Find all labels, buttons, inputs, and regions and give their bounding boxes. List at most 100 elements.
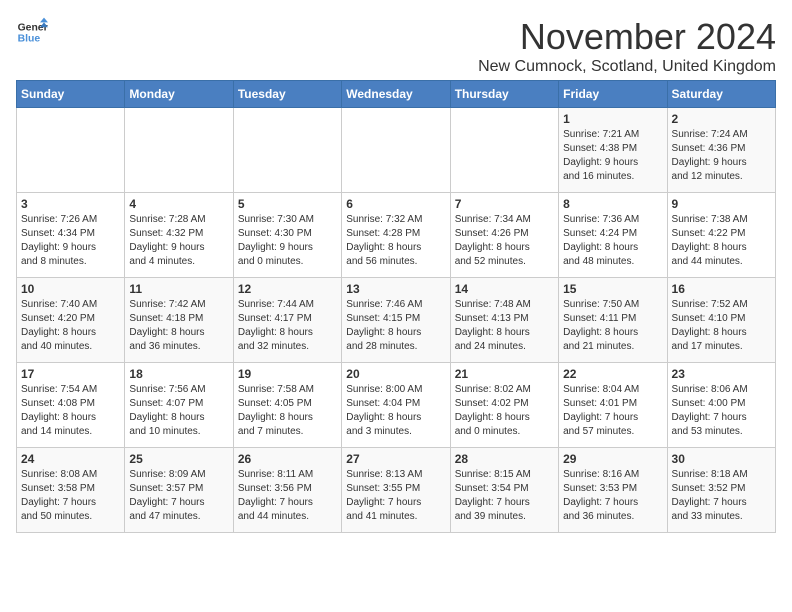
header-row: SundayMondayTuesdayWednesdayThursdayFrid… <box>17 81 776 108</box>
calendar-cell: 5Sunrise: 7:30 AM Sunset: 4:30 PM Daylig… <box>233 193 341 278</box>
calendar-cell: 27Sunrise: 8:13 AM Sunset: 3:55 PM Dayli… <box>342 448 450 533</box>
header-day-saturday: Saturday <box>667 81 775 108</box>
calendar-cell: 19Sunrise: 7:58 AM Sunset: 4:05 PM Dayli… <box>233 363 341 448</box>
svg-text:Blue: Blue <box>18 34 41 45</box>
day-number: 12 <box>238 282 337 296</box>
day-info: Sunrise: 7:28 AM Sunset: 4:32 PM Dayligh… <box>129 213 228 269</box>
day-number: 24 <box>21 452 120 466</box>
calendar-cell: 20 Sunrise: 8:00 AM Sunset: 4:04 PM Dayli… <box>342 363 450 448</box>
calendar-week-2: 3Sunrise: 7:26 AM Sunset: 4:34 PM Daylig… <box>17 193 776 278</box>
day-info: Sunrise: 8:15 AM Sunset: 3:54 PM Dayligh… <box>455 468 554 524</box>
calendar-cell: 29 Sunrise: 8:16 AM Sunset: 3:53 PM Dayli… <box>559 448 667 533</box>
calendar-body: 1 Sunrise: 7:21 AM Sunset: 4:38 PM Daylig… <box>17 108 776 533</box>
day-info: Sunrise: 8:06 AM Sunset: 4:00 PM Dayligh… <box>672 383 771 439</box>
day-number: 27 <box>346 452 445 466</box>
day-number: 14 <box>455 282 554 296</box>
calendar-cell <box>233 108 341 193</box>
day-number: 21 <box>455 367 554 381</box>
calendar-cell: 12 Sunrise: 7:44 AM Sunset: 4:17 PM Dayli… <box>233 278 341 363</box>
day-info: Sunrise: 8:04 AM Sunset: 4:01 PM Dayligh… <box>563 383 662 439</box>
day-info: Sunrise: 7:24 AM Sunset: 4:36 PM Dayligh… <box>672 128 771 184</box>
calendar-cell: 4 Sunrise: 7:28 AM Sunset: 4:32 PM Daylig… <box>125 193 233 278</box>
calendar-cell: 17Sunrise: 7:54 AM Sunset: 4:08 PM Dayli… <box>17 363 125 448</box>
day-info: Sunrise: 8:08 AM Sunset: 3:58 PM Dayligh… <box>21 468 120 524</box>
day-number: 15 <box>563 282 662 296</box>
day-info: Sunrise: 8:16 AM Sunset: 3:53 PM Dayligh… <box>563 468 662 524</box>
calendar-week-1: 1 Sunrise: 7:21 AM Sunset: 4:38 PM Daylig… <box>17 108 776 193</box>
day-number: 22 <box>563 367 662 381</box>
calendar-cell: 8 Sunrise: 7:36 AM Sunset: 4:24 PM Daylig… <box>559 193 667 278</box>
calendar-cell: 26 Sunrise: 8:11 AM Sunset: 3:56 PM Dayli… <box>233 448 341 533</box>
day-info: Sunrise: 8:09 AM Sunset: 3:57 PM Dayligh… <box>129 468 228 524</box>
day-number: 30 <box>672 452 771 466</box>
day-number: 18 <box>129 367 228 381</box>
header-day-friday: Friday <box>559 81 667 108</box>
calendar-week-4: 17Sunrise: 7:54 AM Sunset: 4:08 PM Dayli… <box>17 363 776 448</box>
day-info: Sunrise: 7:52 AM Sunset: 4:10 PM Dayligh… <box>672 298 771 354</box>
day-number: 7 <box>455 197 554 211</box>
calendar-cell: 18 Sunrise: 7:56 AM Sunset: 4:07 PM Dayli… <box>125 363 233 448</box>
header-day-sunday: Sunday <box>17 81 125 108</box>
calendar-cell: 11Sunrise: 7:42 AM Sunset: 4:18 PM Dayli… <box>125 278 233 363</box>
calendar-cell: 21Sunrise: 8:02 AM Sunset: 4:02 PM Dayli… <box>450 363 558 448</box>
day-number: 25 <box>129 452 228 466</box>
logo-icon: General Blue <box>16 16 48 48</box>
day-number: 28 <box>455 452 554 466</box>
day-number: 20 <box>346 367 445 381</box>
calendar-cell: 16 Sunrise: 7:52 AM Sunset: 4:10 PM Dayli… <box>667 278 775 363</box>
location-subtitle: New Cumnock, Scotland, United Kingdom <box>478 58 776 76</box>
day-info: Sunrise: 7:54 AM Sunset: 4:08 PM Dayligh… <box>21 383 120 439</box>
calendar-cell: 15Sunrise: 7:50 AM Sunset: 4:11 PM Dayli… <box>559 278 667 363</box>
calendar-cell <box>125 108 233 193</box>
calendar-cell <box>342 108 450 193</box>
day-number: 1 <box>563 112 662 126</box>
calendar-week-3: 10Sunrise: 7:40 AM Sunset: 4:20 PM Dayli… <box>17 278 776 363</box>
calendar-header: SundayMondayTuesdayWednesdayThursdayFrid… <box>17 81 776 108</box>
month-title: November 2024 <box>478 16 776 58</box>
calendar-cell: 25 Sunrise: 8:09 AM Sunset: 3:57 PM Dayli… <box>125 448 233 533</box>
calendar-cell: 13 Sunrise: 7:46 AM Sunset: 4:15 PM Dayli… <box>342 278 450 363</box>
calendar-week-5: 24 Sunrise: 8:08 AM Sunset: 3:58 PM Dayli… <box>17 448 776 533</box>
day-info: Sunrise: 7:21 AM Sunset: 4:38 PM Dayligh… <box>563 128 662 184</box>
day-info: Sunrise: 7:32 AM Sunset: 4:28 PM Dayligh… <box>346 213 445 269</box>
calendar-cell: 6 Sunrise: 7:32 AM Sunset: 4:28 PM Daylig… <box>342 193 450 278</box>
day-number: 4 <box>129 197 228 211</box>
calendar-cell: 23 Sunrise: 8:06 AM Sunset: 4:00 PM Dayli… <box>667 363 775 448</box>
header-day-thursday: Thursday <box>450 81 558 108</box>
day-number: 19 <box>238 367 337 381</box>
day-number: 13 <box>346 282 445 296</box>
calendar-cell: 10Sunrise: 7:40 AM Sunset: 4:20 PM Dayli… <box>17 278 125 363</box>
header-day-tuesday: Tuesday <box>233 81 341 108</box>
calendar-cell: 7 Sunrise: 7:34 AM Sunset: 4:26 PM Daylig… <box>450 193 558 278</box>
day-info: Sunrise: 7:38 AM Sunset: 4:22 PM Dayligh… <box>672 213 771 269</box>
day-number: 16 <box>672 282 771 296</box>
day-number: 3 <box>21 197 120 211</box>
day-number: 9 <box>672 197 771 211</box>
day-number: 23 <box>672 367 771 381</box>
day-info: Sunrise: 7:48 AM Sunset: 4:13 PM Dayligh… <box>455 298 554 354</box>
calendar-cell <box>17 108 125 193</box>
page-header: General Blue November 2024 New Cumnock, … <box>16 16 776 76</box>
calendar-cell: 24 Sunrise: 8:08 AM Sunset: 3:58 PM Dayli… <box>17 448 125 533</box>
calendar-cell: 14 Sunrise: 7:48 AM Sunset: 4:13 PM Dayli… <box>450 278 558 363</box>
day-info: Sunrise: 7:36 AM Sunset: 4:24 PM Dayligh… <box>563 213 662 269</box>
day-info: Sunrise: 7:34 AM Sunset: 4:26 PM Dayligh… <box>455 213 554 269</box>
calendar-cell: 22 Sunrise: 8:04 AM Sunset: 4:01 PM Dayli… <box>559 363 667 448</box>
calendar-cell: 2Sunrise: 7:24 AM Sunset: 4:36 PM Daylig… <box>667 108 775 193</box>
logo: General Blue <box>16 16 48 48</box>
day-number: 6 <box>346 197 445 211</box>
day-number: 29 <box>563 452 662 466</box>
day-number: 8 <box>563 197 662 211</box>
day-info: Sunrise: 7:44 AM Sunset: 4:17 PM Dayligh… <box>238 298 337 354</box>
day-info: Sunrise: 7:42 AM Sunset: 4:18 PM Dayligh… <box>129 298 228 354</box>
day-number: 26 <box>238 452 337 466</box>
calendar-table: SundayMondayTuesdayWednesdayThursdayFrid… <box>16 80 776 533</box>
day-info: Sunrise: 7:46 AM Sunset: 4:15 PM Dayligh… <box>346 298 445 354</box>
day-info: Sunrise: 7:56 AM Sunset: 4:07 PM Dayligh… <box>129 383 228 439</box>
day-info: Sunrise: 8:00 AM Sunset: 4:04 PM Dayligh… <box>346 383 445 439</box>
calendar-cell: 30 Sunrise: 8:18 AM Sunset: 3:52 PM Dayli… <box>667 448 775 533</box>
day-info: Sunrise: 8:18 AM Sunset: 3:52 PM Dayligh… <box>672 468 771 524</box>
day-info: Sunrise: 8:11 AM Sunset: 3:56 PM Dayligh… <box>238 468 337 524</box>
header-day-monday: Monday <box>125 81 233 108</box>
day-info: Sunrise: 7:30 AM Sunset: 4:30 PM Dayligh… <box>238 213 337 269</box>
